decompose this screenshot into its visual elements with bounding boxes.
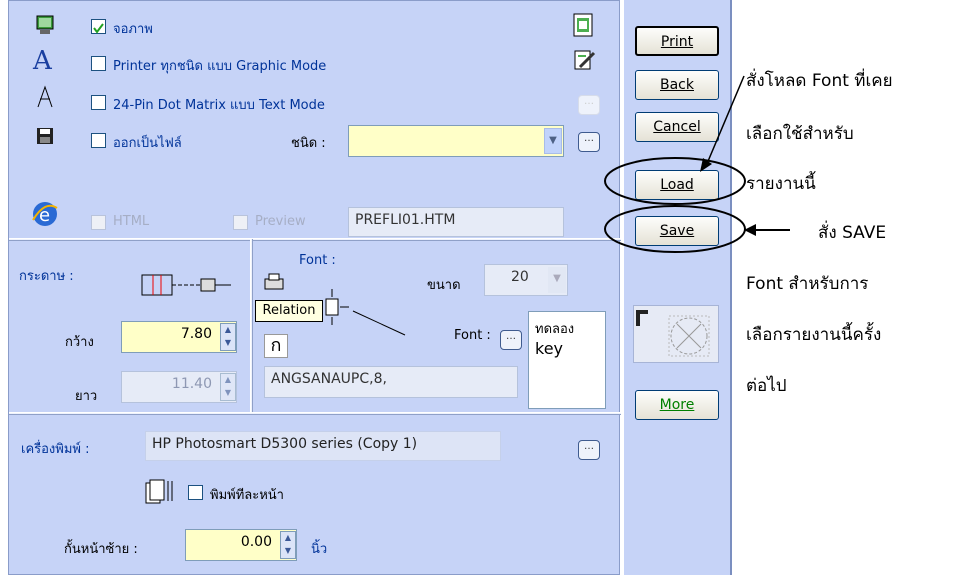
screen-checkbox[interactable] [91, 19, 106, 34]
filename-field: PREFLI01.HTM [348, 207, 564, 237]
font-value-field: ANGSANAUPC,8, [264, 366, 518, 398]
size-dropdown: 20 ▼ [484, 264, 568, 296]
size-value: 20 [511, 269, 529, 285]
action-column: Print Back Cancel Load Save More [622, 0, 732, 575]
print-label: Print [660, 34, 694, 50]
load-button[interactable]: Load [635, 170, 719, 200]
save-note-line4: ต่อไป [746, 376, 787, 396]
duplex-label: พิมพ์ทีละหน้า [210, 488, 284, 503]
file-checkbox[interactable] [91, 133, 106, 148]
save-note-line1: สั่ง SAVE [818, 223, 887, 243]
file-label: ออกเป็นไฟล์ [113, 136, 182, 151]
chevron-down-icon[interactable]: ▼ [544, 128, 562, 154]
printer-label: Printer ทุกชนิด แบบ Graphic Mode [113, 59, 327, 74]
printer-field: HP Photosmart D5300 series (Copy 1) [145, 431, 501, 461]
dotmatrix-checkbox[interactable] [91, 95, 106, 110]
back-label: Back [660, 77, 694, 93]
width-stepper[interactable]: ▲ ▼ [220, 323, 236, 351]
margin-unit: นิ้ว [311, 542, 328, 557]
length-value: 11.40 [171, 376, 212, 392]
length-label: ยาว [75, 389, 98, 404]
width-label: กว้าง [65, 335, 94, 350]
pages-icon [144, 479, 178, 505]
type-options-button[interactable]: … [578, 132, 600, 152]
monitor-icon [35, 15, 55, 35]
more-button[interactable]: More [635, 390, 719, 420]
font-title: Font : [299, 253, 336, 268]
load-note-line1: สั่งโหลด Font ที่เคย [746, 71, 893, 91]
save-note-line3: เลือกรายงานนี้ครั้ง [746, 325, 882, 345]
save-note-line2: Font สำหรับการ [746, 274, 869, 294]
dot-matrix-icon [35, 85, 55, 109]
size-label: ขนาด [427, 278, 461, 293]
cancel-label: Cancel [653, 119, 701, 135]
font-select-button[interactable]: … [500, 330, 522, 350]
save-button[interactable]: Save [635, 216, 719, 246]
duplex-checkbox[interactable] [188, 485, 203, 500]
thai-font-icon: ก [264, 334, 288, 358]
cancel-button[interactable]: Cancel [635, 112, 719, 142]
relation-arrows-icon [323, 287, 423, 337]
length-stepper: ▲ ▼ [220, 373, 236, 401]
html-checkbox [91, 215, 106, 230]
html-label: HTML [113, 214, 150, 229]
load-note-line2: เลือกใช้สำหรับ [746, 124, 854, 144]
printer-checkbox[interactable] [91, 56, 106, 71]
print-button[interactable]: Print [635, 26, 719, 56]
save-label: Save [659, 223, 695, 239]
report-icon[interactable] [572, 13, 594, 37]
ie-icon: e [31, 200, 59, 228]
more-label: More [659, 397, 695, 413]
margin-stepper[interactable]: ▲ ▼ [280, 531, 296, 559]
relation-tooltip: Relation [255, 300, 323, 322]
paper-label: กระดาษ : [19, 269, 74, 284]
printer-device-label: เครื่องพิมพ์ : [21, 442, 90, 457]
margin-value: 0.00 [240, 534, 272, 550]
sample-line2: key [535, 339, 564, 358]
font-a-icon: A [33, 46, 52, 76]
edit-report-icon[interactable] [574, 49, 596, 71]
floppy-icon [35, 126, 55, 146]
font-button-label: Font : [454, 328, 491, 343]
type-label: ชนิด : [291, 136, 326, 151]
preview-label: Preview [255, 214, 306, 229]
load-note-line3: รายงานนี้ [746, 174, 816, 194]
dotmatrix-label: 24-Pin Dot Matrix แบบ Text Mode [113, 98, 325, 113]
size-chevron-icon: ▼ [548, 267, 566, 293]
width-value: 7.80 [180, 326, 212, 342]
preview-checkbox [233, 215, 248, 230]
printer-select-button[interactable]: … [578, 440, 600, 460]
load-label: Load [660, 177, 694, 193]
layout-preview-icon[interactable] [633, 305, 719, 363]
paper-size-icon [141, 273, 241, 297]
settings-panel: จอภาพ A Printer ทุกชนิด แบบ Graphic Mode… [8, 0, 621, 575]
sample-line1: ทดลอง [535, 322, 575, 337]
screen-label: จอภาพ [113, 22, 153, 37]
font-sample-box: ทดลอง key [528, 311, 606, 409]
font-printer-icon [263, 273, 287, 295]
dotmatrix-options-button[interactable]: … [578, 95, 600, 115]
margin-label: กั้นหน้าซ้าย : [64, 542, 138, 557]
type-dropdown[interactable]: ▼ [348, 125, 564, 157]
back-button[interactable]: Back [635, 70, 719, 100]
